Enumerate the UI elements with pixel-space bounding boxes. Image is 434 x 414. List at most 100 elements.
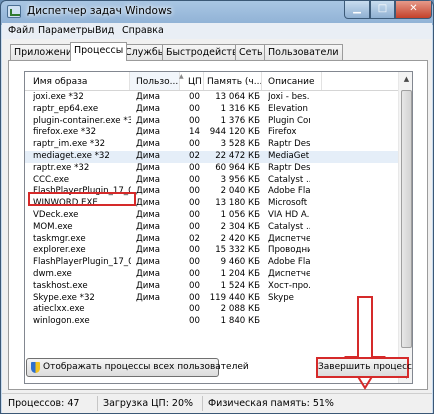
table-row[interactable]: VDeck.exe Дима 00 1 056 КБ VIA HD A... <box>25 210 398 222</box>
task-manager-window: Диспетчер задач Windows ▁ □ ✕ Файл Парам… <box>0 0 434 414</box>
process-user-cell: Дима <box>136 139 161 150</box>
process-description-cell: Skype <box>268 292 294 303</box>
status-divider <box>202 396 203 411</box>
process-cpu-cell: 00 <box>189 174 200 185</box>
process-cpu-cell: 00 <box>189 221 200 232</box>
vertical-scrollbar[interactable]: ▲ ▼ <box>398 72 412 383</box>
process-cpu-cell: 00 <box>189 245 200 256</box>
process-memory-cell: 1 056 КБ <box>220 210 260 220</box>
process-user-cell: Дима <box>136 221 161 232</box>
process-cpu-cell: 00 <box>189 257 200 268</box>
close-button[interactable]: ✕ <box>395 1 432 19</box>
process-description-cell: Joxi - bes... <box>268 92 310 102</box>
process-cpu-cell: 00 <box>189 304 200 315</box>
table-row[interactable]: raptr_ep64.exe Дима 00 1 316 КБ Elevation ..… <box>25 104 398 116</box>
column-user[interactable]: Пользо... <box>130 72 180 90</box>
menu-options[interactable]: Параметры <box>38 25 95 36</box>
column-image-name[interactable]: Имя образа <box>25 72 130 90</box>
process-memory-cell: 1 316 КБ <box>220 103 260 114</box>
table-row[interactable]: plugin-container.exe *32 Дима 00 1 376 КБ Pl… <box>25 116 398 128</box>
window-title: Диспетчер задач Windows <box>27 5 173 17</box>
table-row[interactable]: FlashPlayerPlugin_17_0... Дима 00 9 460 КБ A… <box>25 257 398 269</box>
process-description-cell: Adobe Fla... <box>268 186 310 197</box>
process-memory-cell: 1 204 КБ <box>220 269 260 279</box>
task-manager-icon <box>7 5 21 18</box>
process-description-cell: Microsoft ... <box>268 198 310 209</box>
process-user-cell: Дима <box>136 151 161 161</box>
process-user-cell: Дима <box>136 103 161 114</box>
scrollbar-thumb[interactable] <box>401 90 412 348</box>
process-name-cell: raptr_im.exe *32 <box>33 139 106 150</box>
title-bar[interactable]: Диспетчер задач Windows ▁ □ ✕ <box>1 1 433 23</box>
process-memory-cell: 2 304 КБ <box>220 221 260 232</box>
process-memory-cell: 2 420 КБ <box>220 233 260 244</box>
column-memory[interactable]: Память (ч... <box>204 72 262 90</box>
menu-view[interactable]: Вид <box>95 25 114 36</box>
column-description[interactable]: Описание <box>262 72 322 90</box>
process-user-cell: Дима <box>136 245 161 256</box>
table-row[interactable]: taskmgr.exe Дима 02 2 420 КБ Диспетче... <box>25 234 398 246</box>
status-divider <box>97 396 98 411</box>
process-name-cell: Skype.exe *32 <box>33 292 95 303</box>
process-user-cell: Дима <box>136 174 161 185</box>
process-name-cell: taskhost.exe <box>33 280 88 291</box>
process-name-cell: raptr.exe *32 <box>33 162 90 173</box>
menu-help[interactable]: Справка <box>122 25 164 36</box>
minimize-button[interactable]: ▁ <box>344 1 370 19</box>
tab-users[interactable]: Пользователи <box>264 44 343 60</box>
process-cpu-cell: 02 <box>189 151 200 161</box>
table-row[interactable]: raptr.exe *32 Дима 00 60 964 КБ Raptr Des... <box>25 163 398 175</box>
show-all-processes-button[interactable]: Отображать процессы всех пользователей <box>26 358 249 377</box>
process-cpu-cell: 00 <box>189 162 200 173</box>
table-row[interactable]: CCC.exe Дима 00 3 956 КБ Catalyst ... <box>25 175 398 187</box>
process-memory-cell: 3 956 КБ <box>220 174 260 185</box>
process-cpu-cell: 00 <box>189 316 200 327</box>
process-description-cell: Raptr Des... <box>268 139 310 150</box>
maximize-button[interactable]: □ <box>370 1 395 19</box>
table-row[interactable]: joxi.exe *32 Дима 00 13 064 КБ Joxi - bes... <box>25 92 398 104</box>
status-bar: Процессов: 47 Загрузка ЦП: 20% Физическа… <box>2 393 432 413</box>
process-memory-cell: 1 376 КБ <box>220 115 260 126</box>
process-memory-cell: 2 088 КБ <box>220 304 260 315</box>
process-user-cell: Дима <box>136 92 161 102</box>
status-process-count: Процессов: 47 <box>8 398 80 409</box>
status-cpu-usage: Загрузка ЦП: 20% <box>103 398 194 409</box>
process-memory-cell: 13 180 КБ <box>215 198 260 209</box>
process-cpu-cell: 00 <box>189 103 200 114</box>
process-user-cell: Дима <box>136 115 161 126</box>
table-row[interactable]: firefox.exe *32 Дима 14 944 120 КБ Firefox <box>25 127 398 139</box>
column-cpu[interactable]: ЦП <box>180 72 204 90</box>
process-cpu-cell: 14 <box>189 127 200 138</box>
process-description-cell: Adobe Fla... <box>268 257 310 268</box>
process-description-cell: Raptr Des... <box>268 162 310 173</box>
table-row[interactable]: raptr_im.exe *32 Дима 00 3 528 КБ Raptr Des.… <box>25 139 398 151</box>
scroll-up-arrow-icon[interactable]: ▲ <box>399 72 412 86</box>
process-memory-cell: 22 472 КБ <box>215 151 260 161</box>
end-process-button[interactable]: Завершить процесс <box>316 357 412 378</box>
process-user-cell: Дима <box>136 198 161 209</box>
process-name-cell: joxi.exe *32 <box>33 92 84 102</box>
table-row[interactable]: taskhost.exe Дима 00 1 524 КБ Хост-про... <box>25 281 398 293</box>
show-all-processes-label: Отображать процессы всех пользователей <box>43 362 249 372</box>
process-memory-cell: 944 120 КБ <box>209 127 260 138</box>
process-description-cell: Plugin Cont... <box>268 115 310 126</box>
tab-network[interactable]: Сеть <box>235 44 267 60</box>
column-header: Имя образа Пользо... ▲ ЦП Память (ч... О… <box>25 72 398 91</box>
table-row[interactable]: mediaget.exe *32 Дима 02 22 472 КБ MediaGet … <box>25 151 398 163</box>
process-cpu-cell: 00 <box>189 115 200 126</box>
process-description-cell: Проводник <box>268 245 310 256</box>
table-row[interactable]: dwm.exe Дима 00 1 204 КБ Диспетче... <box>25 269 398 281</box>
close-icon: ✕ <box>409 3 418 14</box>
process-name-cell: dwm.exe <box>33 269 72 279</box>
process-name-cell: FlashPlayerPlugin_17_0... <box>33 257 131 268</box>
process-description-cell: Диспетче... <box>268 233 310 244</box>
menu-file[interactable]: Файл <box>8 25 34 36</box>
process-memory-cell: 119 440 КБ <box>209 292 260 303</box>
process-user-cell: Дима <box>136 210 161 220</box>
table-row[interactable]: MOM.exe Дима 00 2 304 КБ Catalyst ... <box>25 222 398 234</box>
process-name-cell: winlogon.exe <box>33 316 90 327</box>
table-row[interactable]: explorer.exe Дима 00 15 332 КБ Проводник <box>25 245 398 257</box>
tab-processes[interactable]: Процессы <box>70 42 128 61</box>
process-description-cell: Catalyst ... <box>268 221 310 232</box>
mediaget-highlight-box <box>28 192 136 206</box>
